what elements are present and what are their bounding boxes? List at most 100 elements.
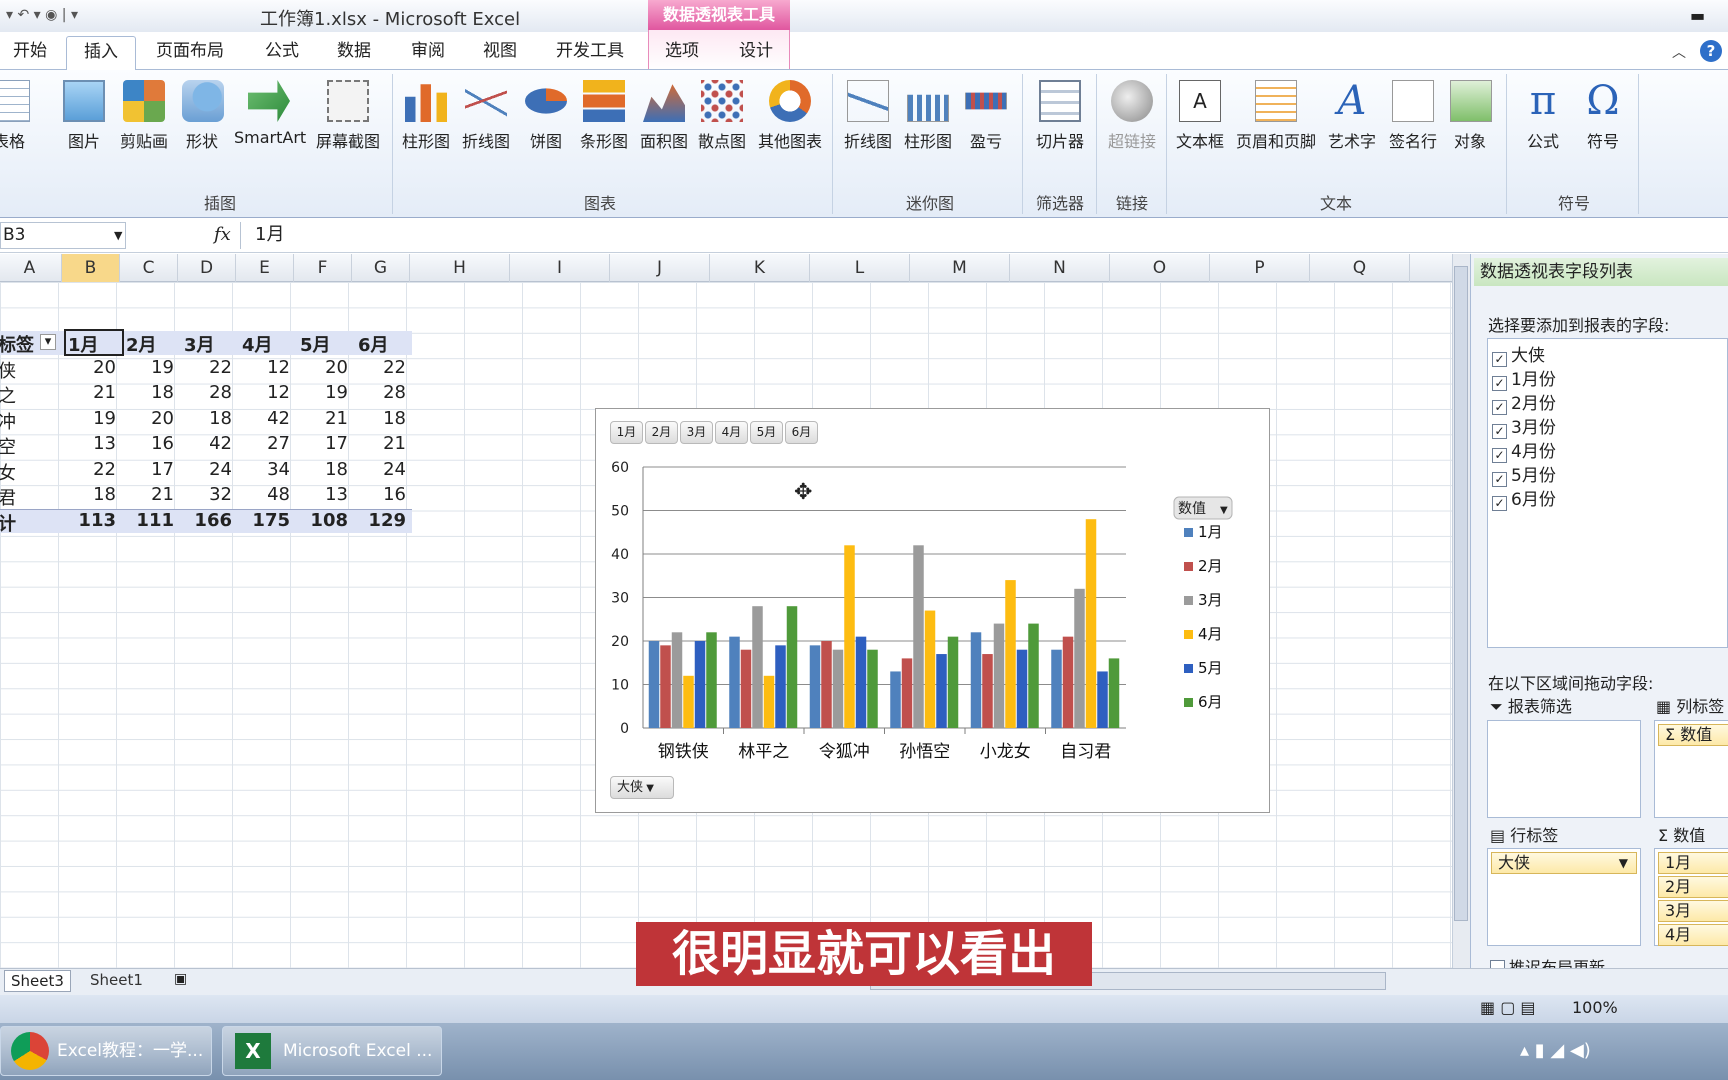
signature-line-button[interactable]: 签名行 <box>1386 80 1440 152</box>
pivot-row-label[interactable]: 侠 <box>0 357 58 383</box>
pivot-cell[interactable]: 17 <box>122 459 174 480</box>
field-item[interactable]: ✓ 2月份 <box>1492 389 1556 415</box>
column-header-p[interactable]: P <box>1210 254 1310 282</box>
clipart-button[interactable]: 剪贴画 <box>116 80 172 152</box>
pivot-cell[interactable]: 18 <box>296 459 348 480</box>
help-icon[interactable]: ? <box>1700 40 1722 62</box>
header-footer-button[interactable]: 页眉和页脚 <box>1234 80 1318 152</box>
column-chart-button[interactable]: 柱形图 <box>400 80 452 152</box>
pivot-cell[interactable]: 28 <box>354 382 406 403</box>
pivot-row-label[interactable]: 空 <box>0 433 58 459</box>
tab-insert[interactable]: 插入 <box>66 36 136 70</box>
pivot-cell[interactable]: 13 <box>296 484 348 505</box>
pivot-cell[interactable]: 16 <box>122 433 174 454</box>
pivot-cell[interactable]: 17 <box>296 433 348 454</box>
pivot-cell[interactable]: 34 <box>238 459 290 480</box>
pivot-cell[interactable]: 28 <box>180 382 232 403</box>
column-header-q[interactable]: Q <box>1310 254 1410 282</box>
pivot-cell[interactable]: 42 <box>180 433 232 454</box>
pivot-cell[interactable]: 32 <box>180 484 232 505</box>
pivot-month-header[interactable]: 4月 <box>242 331 294 357</box>
table-button[interactable]: 表格 <box>0 80 34 152</box>
pivot-cell[interactable]: 19 <box>296 382 348 403</box>
pivot-cell[interactable]: 20 <box>122 408 174 429</box>
pivot-cell[interactable]: 113 <box>64 510 116 531</box>
pivot-cell[interactable]: 13 <box>64 433 116 454</box>
object-button[interactable]: 对象 <box>1450 80 1492 152</box>
textbox-button[interactable]: A 文本框 <box>1174 80 1226 152</box>
minimize-button[interactable]: ▬ <box>1690 6 1705 25</box>
taskbar-chrome[interactable]: Excel教程：一学... <box>0 1026 212 1076</box>
pivot-row-label[interactable]: 君 <box>0 484 58 510</box>
pivot-cell[interactable]: 18 <box>180 408 232 429</box>
tab-formulas[interactable]: 公式 <box>262 36 302 70</box>
chart-field-button[interactable]: 1月 <box>610 421 643 444</box>
screenshot-button[interactable]: 屏幕截图 <box>316 80 380 152</box>
column-header-k[interactable]: K <box>710 254 810 282</box>
tab-review[interactable]: 审阅 <box>408 36 448 70</box>
pivot-cell[interactable]: 22 <box>354 357 406 378</box>
pivot-cell[interactable]: 20 <box>296 357 348 378</box>
column-header-g[interactable]: G <box>352 254 410 282</box>
pivot-cell[interactable]: 24 <box>180 459 232 480</box>
pivot-cell[interactable]: 22 <box>180 357 232 378</box>
insert-function-button[interactable]: fx <box>214 224 231 245</box>
taskbar-excel[interactable]: X Microsoft Excel ... <box>222 1026 442 1076</box>
column-header-j[interactable]: J <box>610 254 710 282</box>
row-field-daxia[interactable]: 大侠 ▼ <box>1491 852 1637 874</box>
field-item[interactable]: ✓ 6月份 <box>1492 485 1556 511</box>
field-item[interactable]: ✓ 大侠 <box>1492 341 1545 367</box>
tab-view[interactable]: 视图 <box>480 36 520 70</box>
field-item[interactable]: ✓ 4月份 <box>1492 437 1556 463</box>
pivot-cell[interactable]: 24 <box>354 459 406 480</box>
column-header-o[interactable]: O <box>1110 254 1210 282</box>
pivot-cell[interactable]: 48 <box>238 484 290 505</box>
column-header-e[interactable]: E <box>236 254 294 282</box>
value-field-item[interactable]: 4月 <box>1658 924 1728 946</box>
pivot-row-label[interactable]: 女 <box>0 459 58 485</box>
pivot-cell[interactable]: 166 <box>180 510 232 531</box>
area-chart-button[interactable]: 面积图 <box>638 80 690 152</box>
smartart-button[interactable]: SmartArt <box>234 80 306 147</box>
shapes-button[interactable]: 形状 <box>182 80 224 152</box>
value-field-item[interactable]: 1月 <box>1658 852 1728 874</box>
pivot-month-header[interactable]: 6月 <box>358 331 410 357</box>
column-field-values[interactable]: Σ 数值 <box>1658 724 1728 746</box>
scrollbar-thumb[interactable] <box>1454 266 1468 921</box>
name-box[interactable]: B3 <box>0 222 126 249</box>
pivot-cell[interactable]: 129 <box>354 510 406 531</box>
tab-developer[interactable]: 开发工具 <box>554 36 626 70</box>
zoom-level[interactable]: 100% <box>1572 998 1618 1017</box>
picture-button[interactable]: 图片 <box>62 80 106 152</box>
wordart-button[interactable]: A 艺术字 <box>1326 80 1378 152</box>
field-checkbox[interactable]: ✓ <box>1492 496 1507 511</box>
pivot-cell[interactable]: 19 <box>64 408 116 429</box>
collapse-ribbon-icon[interactable]: ︿ <box>1672 42 1686 62</box>
view-buttons[interactable]: ▦ ▢ ▤ <box>1480 998 1536 1017</box>
pivot-row-label[interactable]: 之 <box>0 382 58 408</box>
pivot-chart[interactable]: 0 10 20 30 40 50 60 钢铁侠 林平之 令狐冲 孙悟空 小龙女 自习君 数值 ▼ 1月 2月 3月… <box>595 408 1270 813</box>
scatter-chart-button[interactable]: 散点图 <box>696 80 748 152</box>
pivot-month-header[interactable]: 3月 <box>184 331 236 357</box>
sparkline-column-button[interactable]: 柱形图 <box>902 80 954 152</box>
pivot-cell[interactable]: 111 <box>122 510 174 531</box>
pivot-month-header[interactable]: 5月 <box>300 331 352 357</box>
pivot-cell[interactable]: 12 <box>238 382 290 403</box>
report-filter-area[interactable] <box>1487 720 1641 818</box>
pivot-cell[interactable]: 175 <box>238 510 290 531</box>
pivot-cell[interactable]: 18 <box>122 382 174 403</box>
column-header-m[interactable]: M <box>910 254 1010 282</box>
chart-field-button[interactable]: 2月 <box>645 421 678 444</box>
chart-field-button[interactable]: 6月 <box>785 421 818 444</box>
insert-sheet-icon[interactable]: ▣ <box>174 971 187 987</box>
field-item[interactable]: ✓ 3月份 <box>1492 413 1556 439</box>
pivot-cell[interactable]: 12 <box>238 357 290 378</box>
pivot-month-header[interactable]: 2月 <box>126 331 178 357</box>
row-filter-dropdown-icon[interactable]: ▾ <box>40 334 56 350</box>
sparkline-line-button[interactable]: 折线图 <box>842 80 894 152</box>
pivot-cell[interactable]: 27 <box>238 433 290 454</box>
value-field-item[interactable]: 2月 <box>1658 876 1728 898</box>
column-header-i[interactable]: I <box>510 254 610 282</box>
pivot-cell[interactable]: 18 <box>354 408 406 429</box>
column-header-l[interactable]: L <box>810 254 910 282</box>
